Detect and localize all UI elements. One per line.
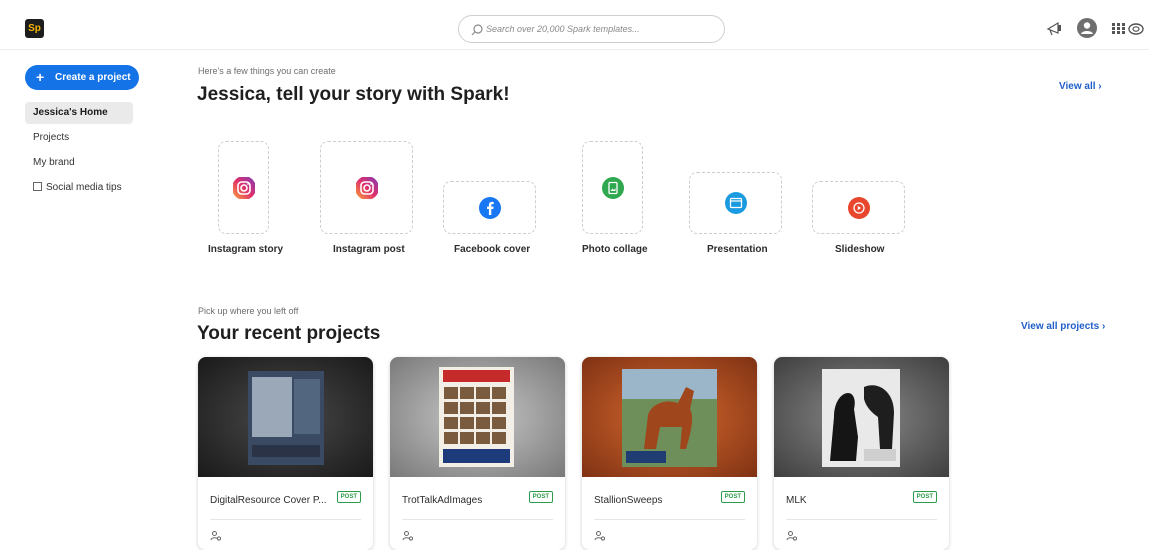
project-title: TrotTalkAdImages <box>402 495 483 506</box>
project-thumbnail[interactable] <box>774 357 949 477</box>
plus-icon: + <box>36 69 45 85</box>
megaphone-icon[interactable] <box>1044 17 1066 39</box>
card-divider <box>594 519 745 520</box>
instagram-icon <box>232 176 255 199</box>
tile-label-instagram-story[interactable]: Instagram story <box>208 244 283 255</box>
search-bar[interactable] <box>458 15 725 43</box>
tile-photo-collage[interactable] <box>582 141 643 234</box>
view-all-link[interactable]: View all › <box>1059 81 1102 92</box>
recent-eyebrow: Pick up where you left off <box>198 306 299 316</box>
project-card-digitalresource[interactable]: DigitalResource Cover P... POST <box>198 357 373 550</box>
tile-slideshow[interactable] <box>812 181 905 234</box>
project-card-mlk[interactable]: MLK POST <box>774 357 949 550</box>
avatar-icon[interactable] <box>1076 17 1098 39</box>
sidebar-item-home[interactable]: Jessica's Home <box>25 102 133 124</box>
card-divider <box>786 519 937 520</box>
project-title: MLK <box>786 495 807 506</box>
project-title: StallionSweeps <box>594 495 663 506</box>
instagram-icon <box>355 176 378 199</box>
shared-users-icon[interactable] <box>786 530 798 542</box>
shared-users-icon[interactable] <box>594 530 606 542</box>
search-input[interactable] <box>486 20 716 38</box>
create-project-button[interactable]: + Create a project <box>25 65 139 90</box>
sidebar-item-social-media-tips[interactable]: Social media tips <box>25 177 133 199</box>
view-all-projects-label: View all projects <box>1021 321 1100 332</box>
photo-collage-icon <box>601 176 624 199</box>
project-title: DigitalResource Cover P... <box>210 495 327 506</box>
create-heading: Jessica, tell your story with Spark! <box>197 84 510 105</box>
tile-instagram-post[interactable] <box>320 141 413 234</box>
spark-home-page: Sp Search over 20,000 Spark templates...… <box>0 0 1149 550</box>
recent-heading: Your recent projects <box>197 323 381 344</box>
external-link-icon <box>33 182 42 191</box>
tile-label-instagram-post[interactable]: Instagram post <box>333 244 405 255</box>
tile-label-photo-collage[interactable]: Photo collage <box>582 244 648 255</box>
project-card-trottalk[interactable]: TrotTalkAdImages POST <box>390 357 565 550</box>
tile-facebook-cover[interactable] <box>443 181 536 234</box>
post-badge: POST <box>528 491 553 503</box>
view-all-label: View all <box>1059 81 1096 92</box>
card-divider <box>210 519 361 520</box>
project-card-stallionsweeps[interactable]: StallionSweeps POST <box>582 357 757 550</box>
project-thumbnail[interactable] <box>582 357 757 477</box>
shared-users-icon[interactable] <box>402 530 414 542</box>
search-icon <box>471 24 483 36</box>
post-badge: POST <box>912 491 937 503</box>
tile-label-facebook-cover[interactable]: Facebook cover <box>454 244 530 255</box>
sidebar-item-my-brand[interactable]: My brand <box>25 152 133 174</box>
creative-cloud-icon[interactable] <box>1127 17 1147 39</box>
post-badge: POST <box>336 491 361 503</box>
create-eyebrow: Here's a few things you can create <box>198 66 336 76</box>
view-all-projects-link[interactable]: View all projects › <box>1021 321 1105 332</box>
slideshow-icon <box>847 196 870 219</box>
tile-instagram-story[interactable] <box>218 141 269 234</box>
card-divider <box>402 519 553 520</box>
tile-label-presentation[interactable]: Presentation <box>707 244 768 255</box>
sidebar-item-projects[interactable]: Projects <box>25 127 133 149</box>
spark-logo[interactable]: Sp <box>25 19 44 38</box>
top-bar: Sp <box>0 0 1149 50</box>
presentation-icon <box>724 192 747 214</box>
sidebar-item-label: Social media tips <box>46 182 122 193</box>
tile-presentation[interactable] <box>689 172 782 234</box>
facebook-icon <box>478 196 501 219</box>
project-thumbnail[interactable] <box>390 357 565 477</box>
create-project-label: Create a project <box>55 72 131 83</box>
tile-label-slideshow[interactable]: Slideshow <box>835 244 884 255</box>
shared-users-icon[interactable] <box>210 530 222 542</box>
project-thumbnail[interactable] <box>198 357 373 477</box>
post-badge: POST <box>720 491 745 503</box>
